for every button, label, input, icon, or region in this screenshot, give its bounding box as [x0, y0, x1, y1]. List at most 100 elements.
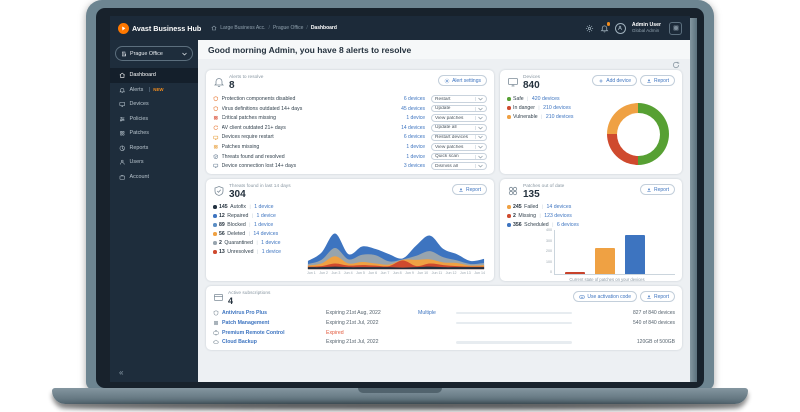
avatar[interactable] — [615, 23, 626, 34]
alert-action-select[interactable]: View patches — [431, 143, 487, 151]
breadcrumb-item[interactable]: Large Business Acc. — [220, 25, 265, 31]
alert-action-select[interactable]: View patches — [431, 114, 487, 122]
alert-devices-link[interactable]: 1 device — [406, 154, 425, 160]
gear-icon[interactable] — [585, 24, 594, 33]
subscription-name-link[interactable]: Premium Remote Control — [222, 330, 326, 336]
sidebar-item-policies[interactable]: Policies — [110, 112, 198, 127]
alert-label: Patches missing — [222, 144, 407, 150]
add-device-button[interactable]: Add device — [592, 75, 637, 86]
alert-devices-link[interactable]: 14 devices — [401, 125, 425, 131]
app-window: Avast Business Hub Large Business Acc. P… — [110, 16, 690, 382]
report-button[interactable]: Report — [640, 184, 675, 195]
sidebar-item-patches[interactable]: Patches — [110, 126, 198, 141]
legend-link[interactable]: 1 device — [257, 213, 276, 219]
legend-label: Unresolved — [227, 249, 253, 255]
new-badge: NEW — [149, 87, 163, 92]
action-label: Restart — [435, 97, 475, 102]
org-selector[interactable]: Prague Office — [115, 46, 193, 61]
legend-link[interactable]: 1 device — [254, 222, 273, 228]
alerts-card: Alerts to resolve 8 Alert settings — [206, 70, 494, 174]
devices-donut-chart — [607, 103, 669, 165]
legend-dot — [213, 223, 217, 227]
legend-link[interactable]: 14 devices — [253, 231, 278, 237]
subscription-progress — [456, 322, 572, 325]
console-switcher-icon[interactable] — [669, 22, 682, 35]
subscription-usage: 120GB of 500GB — [637, 339, 675, 345]
alert-settings-button[interactable]: Alert settings — [438, 75, 487, 86]
legend-link[interactable]: 14 devices — [547, 204, 572, 210]
subscription-name-link[interactable]: Cloud Backup — [222, 339, 326, 345]
legend-dot — [507, 106, 511, 110]
sidebar-item-dashboard[interactable]: Dashboard — [110, 68, 198, 83]
sidebar-item-label: Reports — [130, 145, 149, 151]
alert-action-select[interactable]: Dismiss all — [431, 162, 487, 170]
user-meta[interactable]: Admin User Global Admin — [632, 22, 661, 34]
sidebar-item-users[interactable]: Users — [110, 155, 198, 170]
legend-count: 356 — [513, 222, 522, 228]
legend-link[interactable]: 1 device — [254, 204, 273, 210]
legend-link[interactable]: 1 device — [262, 249, 281, 255]
threats-card: Threats found in last 14 days 304 Report — [206, 179, 494, 281]
subscription-name-link[interactable]: Patch Management — [222, 320, 326, 326]
alert-devices-link[interactable]: 1 device — [406, 144, 425, 150]
subscription-progress — [456, 312, 572, 315]
report-button[interactable]: Report — [452, 184, 487, 195]
alert-devices-link[interactable]: 6 devices — [404, 96, 425, 102]
use-activation-code-button[interactable]: Use activation code — [573, 291, 637, 302]
legend-dot — [507, 205, 511, 209]
alert-action-select[interactable]: Update all — [431, 124, 487, 132]
subscriptions-count: 4 — [228, 297, 270, 306]
patches-icon — [213, 115, 219, 121]
action-label: Update — [435, 106, 475, 111]
action-label: View patches — [435, 116, 475, 121]
notifications-bell-icon[interactable] — [600, 24, 609, 33]
sidebar-item-devices[interactable]: Devices — [110, 97, 198, 112]
alert-action-select[interactable]: Update — [431, 105, 487, 113]
user-role: Global Admin — [632, 28, 661, 34]
alert-action-select[interactable]: Restart — [431, 95, 487, 103]
sidebar-item-label: Patches — [130, 130, 149, 136]
sidebar-item-alerts[interactable]: Alerts NEW — [110, 83, 198, 98]
pie-chart-icon — [119, 145, 126, 152]
alert-devices-link[interactable]: 6 devices — [404, 134, 425, 140]
laptop-base — [52, 388, 748, 404]
report-button[interactable]: Report — [640, 291, 675, 302]
patches-count: 135 — [523, 190, 564, 201]
legend-count: 12 — [219, 213, 225, 219]
legend-item: 89Blocked1 device — [213, 220, 305, 229]
x-tick-label: Jun 12 — [446, 271, 457, 275]
subscription-name-link[interactable]: Antivirus Pro Plus — [222, 310, 326, 316]
button-label: Use activation code — [587, 294, 631, 300]
legend-link[interactable]: 210 devices — [546, 114, 574, 120]
subscription-extra-link[interactable]: Multiple — [418, 310, 456, 316]
legend-item: Safe 420 devices — [507, 94, 675, 103]
shield-check-icon — [213, 185, 225, 197]
alert-action-select[interactable]: Restart devices — [431, 134, 487, 142]
subscription-expiry: Expiring 21st Aug, 2022 — [326, 310, 418, 316]
legend-link[interactable]: 210 devices — [543, 105, 571, 111]
sidebar-item-reports[interactable]: Reports — [110, 141, 198, 156]
legend-count: 245 — [513, 204, 522, 210]
refresh-icon[interactable] — [672, 61, 680, 69]
alert-devices-link[interactable]: 45 devices — [401, 106, 425, 112]
chevron-down-icon — [475, 97, 483, 101]
breadcrumb-item[interactable]: Prague Office — [273, 25, 303, 31]
legend-label: Blocked — [227, 222, 245, 228]
sidebar-item-account[interactable]: Account — [110, 170, 198, 185]
laptop-notch — [358, 388, 442, 393]
download-icon — [458, 187, 464, 193]
breadcrumb-current: Dashboard — [311, 25, 337, 31]
y-tick-label: 0 — [550, 270, 552, 274]
x-tick-label: Jun 11 — [432, 271, 443, 275]
legend-link[interactable]: 420 devices — [532, 96, 560, 102]
report-button[interactable]: Report — [640, 75, 675, 86]
alert-devices-link[interactable]: 1 device — [406, 115, 425, 121]
sidebar-item-label: Account — [130, 174, 149, 180]
sidebar-collapse-button[interactable]: « — [119, 369, 123, 377]
legend-link[interactable]: 123 devices — [544, 213, 572, 219]
legend-link[interactable]: 6 devices — [557, 222, 579, 228]
threats-area-svg — [305, 228, 487, 270]
alert-devices-link[interactable]: 3 devices — [404, 163, 425, 169]
legend-link[interactable]: 1 device — [261, 240, 280, 246]
alert-action-select[interactable]: Quick scan — [431, 153, 487, 161]
